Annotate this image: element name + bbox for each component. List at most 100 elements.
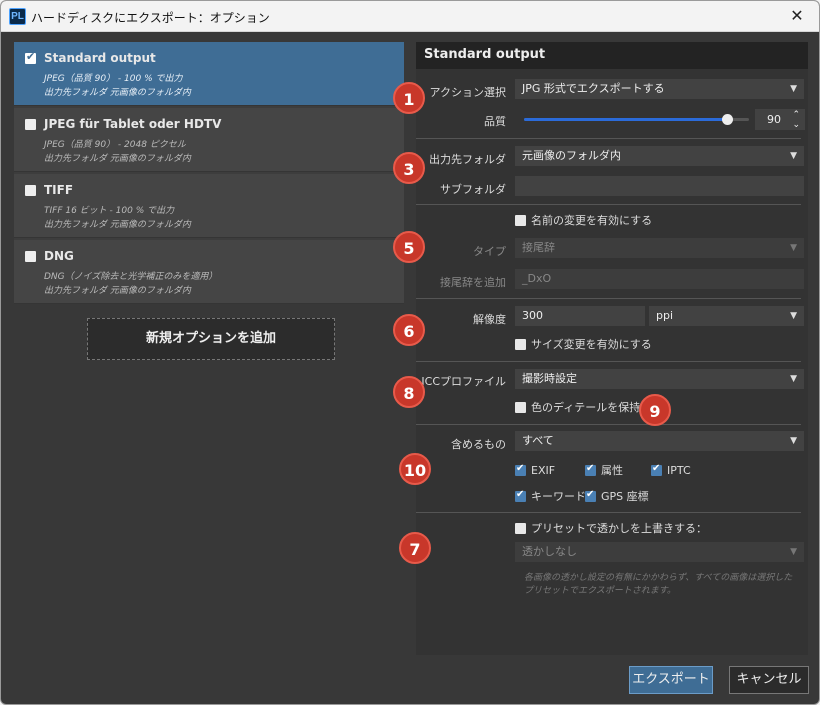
callout-badge-7: 7: [399, 532, 431, 564]
preset-description: JPEG（品質 90） - 100 % で出力: [44, 74, 183, 84]
preset-checkbox[interactable]: [25, 251, 36, 262]
divider: [416, 512, 801, 513]
dropdown-arrow-icon: ▼: [790, 374, 797, 384]
iptc-label: IPTC: [667, 464, 691, 477]
quality-slider-handle[interactable]: [721, 114, 733, 125]
preset-item-standard-output[interactable]: ✔ Standard output JPEG（品質 90） - 100 % で出…: [14, 42, 404, 106]
checkbox-box[interactable]: [515, 488, 526, 502]
dropdown-arrow-icon: ▼: [790, 547, 797, 557]
panel-title: Standard output: [424, 47, 546, 62]
watermark-value: 透かしなし: [522, 545, 577, 558]
callout-badge-8: 8: [393, 376, 425, 408]
destination-value: 元画像のフォルダ内: [522, 149, 621, 162]
resize-label: サイズ変更を有効にする: [531, 338, 652, 351]
cancel-button[interactable]: キャンセル: [729, 666, 809, 694]
checkbox-box[interactable]: [515, 215, 526, 226]
preset-checkbox[interactable]: ✔: [25, 50, 36, 64]
dropdown-arrow-icon: ▼: [790, 436, 797, 446]
close-icon[interactable]: ✕: [783, 4, 811, 28]
dropdown-arrow-icon: ▼: [790, 311, 797, 321]
divider: [416, 204, 801, 205]
preset-checkbox[interactable]: [25, 119, 36, 130]
preset-destination: 出力先フォルダ 元画像のフォルダ内: [44, 88, 191, 98]
preset-list: ✔ Standard output JPEG（品質 90） - 100 % で出…: [14, 42, 404, 304]
action-label: アクション選択: [429, 86, 506, 99]
options-panel: Standard output アクション選択 JPG 形式でエクスポートする …: [416, 42, 808, 655]
attributes-label: 属性: [601, 464, 623, 477]
export-options-window: PL ハードディスクにエクスポート：オプション ✕ ✔ Standard out…: [0, 0, 820, 705]
watermark-select[interactable]: 透かしなし ▼: [515, 542, 804, 562]
action-value: JPG 形式でエクスポートする: [522, 82, 665, 95]
checkbox-box[interactable]: [515, 339, 526, 350]
preset-item-jpeg-tablet[interactable]: JPEG für Tablet oder HDTV JPEG（品質 90） - …: [14, 108, 404, 172]
preset-item-tiff[interactable]: TIFF TIFF 16 ビット - 100 % で出力 出力先フォルダ 元画像…: [14, 174, 404, 238]
exif-checkbox[interactable]: EXIF: [515, 462, 556, 478]
icc-label: ICCプロファイル: [421, 375, 506, 388]
attributes-checkbox[interactable]: 属性: [585, 462, 623, 478]
preset-item-dng[interactable]: DNG DNG（ノイズ除去と光学補正のみを適用） 出力先フォルダ 元画像のフォル…: [14, 240, 404, 304]
exif-label: EXIF: [531, 464, 556, 477]
checkbox-box[interactable]: [585, 488, 596, 502]
destination-select[interactable]: 元画像のフォルダ内 ▼: [515, 146, 804, 166]
iptc-checkbox[interactable]: IPTC: [651, 462, 691, 478]
rename-label: 名前の変更を有効にする: [531, 214, 653, 227]
panel-header: Standard output: [416, 42, 808, 69]
watermark-label: プリセットで透かしを上書きする：: [531, 522, 707, 535]
keywords-checkbox[interactable]: キーワード: [515, 488, 586, 504]
preset-description: DNG（ノイズ除去と光学補正のみを適用）: [44, 272, 218, 282]
type-select[interactable]: 接尾辞 ▼: [515, 238, 804, 258]
action-select[interactable]: JPG 形式でエクスポートする ▼: [515, 79, 804, 99]
gps-checkbox[interactable]: GPS 座標: [585, 488, 649, 504]
preset-destination: 出力先フォルダ 元画像のフォルダ内: [44, 220, 191, 230]
watermark-note: 各画像の透かし設定の有無にかかわらず、すべての画像は選択したプリセットでエクスポ…: [524, 573, 793, 596]
quality-label: 品質: [484, 115, 506, 128]
checkbox-box[interactable]: [515, 462, 526, 476]
quality-slider[interactable]: [524, 114, 749, 125]
divider: [416, 361, 801, 362]
check-icon: ✔: [26, 50, 36, 63]
preset-description: JPEG（品質 90） - 2048 ピクセル: [44, 140, 186, 150]
resolution-unit-select[interactable]: ppi ▼: [649, 306, 804, 326]
resize-checkbox[interactable]: サイズ変更を有効にする: [515, 338, 652, 352]
suffix-input[interactable]: _DxO: [515, 269, 804, 289]
dropdown-arrow-icon: ▼: [790, 151, 797, 161]
callout-badge-3: 3: [393, 152, 425, 184]
gps-label: GPS 座標: [601, 490, 649, 503]
app-icon: PL: [9, 8, 26, 25]
color-detail-checkbox[interactable]: 色のディテールを保持: [515, 401, 640, 415]
type-label: タイプ: [473, 245, 506, 258]
preset-name: Standard output: [44, 51, 156, 65]
checkbox-box[interactable]: [651, 462, 662, 476]
quality-spinbox[interactable]: 90 ⌃ ⌄: [755, 109, 805, 130]
type-value: 接尾辞: [522, 241, 555, 254]
checkbox-box[interactable]: [585, 462, 596, 476]
subfolder-label: サブフォルダ: [440, 183, 506, 196]
include-value: すべて: [522, 434, 554, 447]
icc-select[interactable]: 撮影時設定 ▼: [515, 369, 804, 389]
rename-checkbox[interactable]: 名前の変更を有効にする: [515, 214, 652, 228]
subfolder-input[interactable]: [515, 176, 804, 196]
resolution-label: 解像度: [473, 313, 506, 326]
dropdown-arrow-icon: ▼: [790, 84, 797, 94]
divider: [416, 298, 801, 299]
watermark-checkbox[interactable]: プリセットで透かしを上書きする：: [515, 522, 707, 536]
checkbox-box[interactable]: [515, 523, 526, 534]
callout-badge-9: 9: [639, 394, 671, 426]
spinner-arrows-icon[interactable]: ⌃ ⌄: [792, 109, 800, 130]
preset-name: JPEG für Tablet oder HDTV: [44, 117, 222, 131]
preset-name: TIFF: [44, 183, 74, 197]
preset-checkbox[interactable]: [25, 185, 36, 196]
divider: [416, 424, 801, 425]
include-select[interactable]: すべて ▼: [515, 431, 804, 451]
destination-label: 出力先フォルダ: [429, 153, 506, 166]
export-button[interactable]: エクスポート: [629, 666, 713, 694]
resolution-unit-value: ppi: [656, 309, 674, 322]
preset-destination: 出力先フォルダ 元画像のフォルダ内: [44, 286, 191, 296]
preset-name: DNG: [44, 249, 74, 263]
resolution-input[interactable]: 300: [515, 306, 645, 326]
include-label: 含めるもの: [451, 438, 506, 451]
checkbox-box[interactable]: [515, 402, 526, 413]
preset-destination: 出力先フォルダ 元画像のフォルダ内: [44, 154, 191, 164]
add-option-button[interactable]: 新規オプションを追加: [87, 318, 335, 360]
callout-badge-5: 5: [393, 231, 425, 263]
